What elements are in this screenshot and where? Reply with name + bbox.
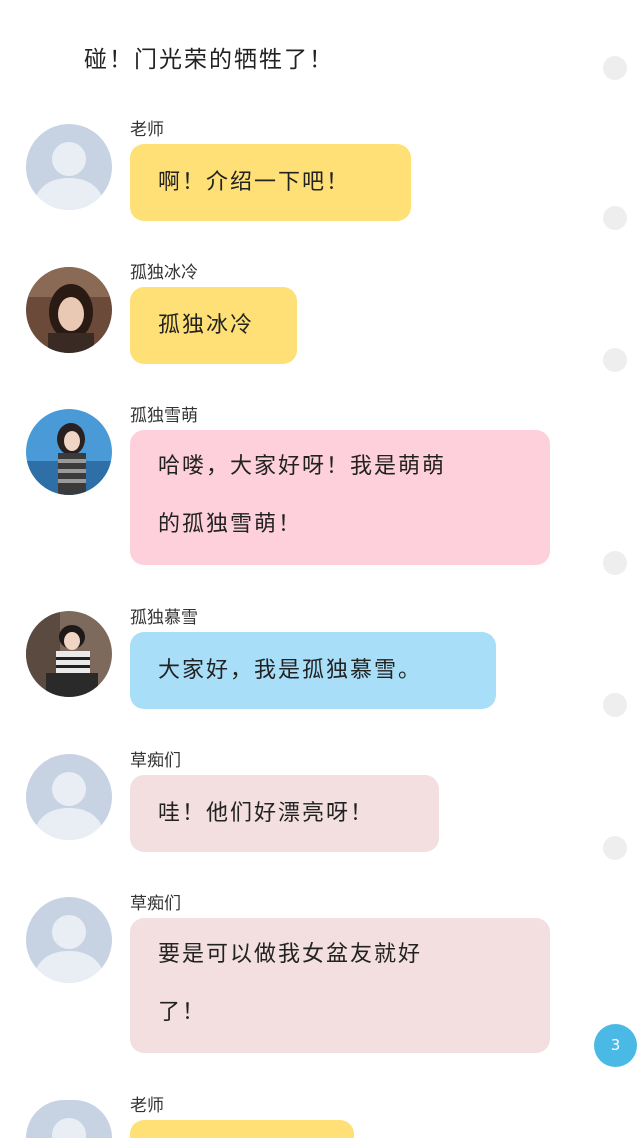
message-bubble[interactable]: 大家好，我是孤独慕雪。 (130, 632, 496, 709)
unread-count-badge[interactable]: 3 (594, 1024, 637, 1067)
scroll-marker[interactable] (603, 836, 627, 860)
message-text-line: 了！ (158, 1000, 207, 1025)
default-avatar[interactable] (26, 124, 112, 210)
scroll-marker[interactable] (603, 693, 627, 717)
sender-name: 孤独慕雪 (130, 608, 198, 628)
default-avatar[interactable] (26, 1100, 112, 1138)
message-text-line: 要是可以做我女盆友就好 (158, 942, 423, 967)
message-text-line: 的孤独雪萌！ (158, 512, 303, 537)
default-avatar[interactable] (26, 754, 112, 840)
message-bubble[interactable]: 孤独冰冷 (130, 287, 297, 364)
default-avatar[interactable] (26, 897, 112, 983)
message-bubble[interactable]: 哇！他们好漂亮呀！ (130, 775, 439, 852)
scroll-marker[interactable] (603, 348, 627, 372)
user-photo-avatar[interactable] (26, 267, 112, 353)
sender-name: 老师 (130, 1096, 164, 1116)
sender-name: 草痴们 (130, 751, 181, 771)
user-photo-avatar[interactable] (26, 611, 112, 697)
scroll-marker[interactable] (603, 206, 627, 230)
message-bubble[interactable] (130, 1120, 354, 1138)
message-bubble[interactable]: 啊！介绍一下吧！ (130, 144, 411, 221)
scroll-marker[interactable] (603, 551, 627, 575)
message-bubble[interactable]: 要是可以做我女盆友就好 了！ (130, 918, 550, 1053)
message-bubble[interactable]: 哈喽，大家好呀！我是萌萌 的孤独雪萌！ (130, 430, 550, 565)
message-text-line: 哈喽，大家好呀！我是萌萌 (158, 454, 447, 479)
scroll-marker[interactable] (603, 56, 627, 80)
user-photo-avatar[interactable] (26, 409, 112, 495)
sender-name: 草痴们 (130, 894, 181, 914)
system-message: 碰！门光荣的牺牲了！ (84, 47, 334, 73)
sender-name: 老师 (130, 120, 164, 140)
sender-name: 孤独冰冷 (130, 263, 198, 283)
sender-name: 孤独雪萌 (130, 406, 198, 426)
